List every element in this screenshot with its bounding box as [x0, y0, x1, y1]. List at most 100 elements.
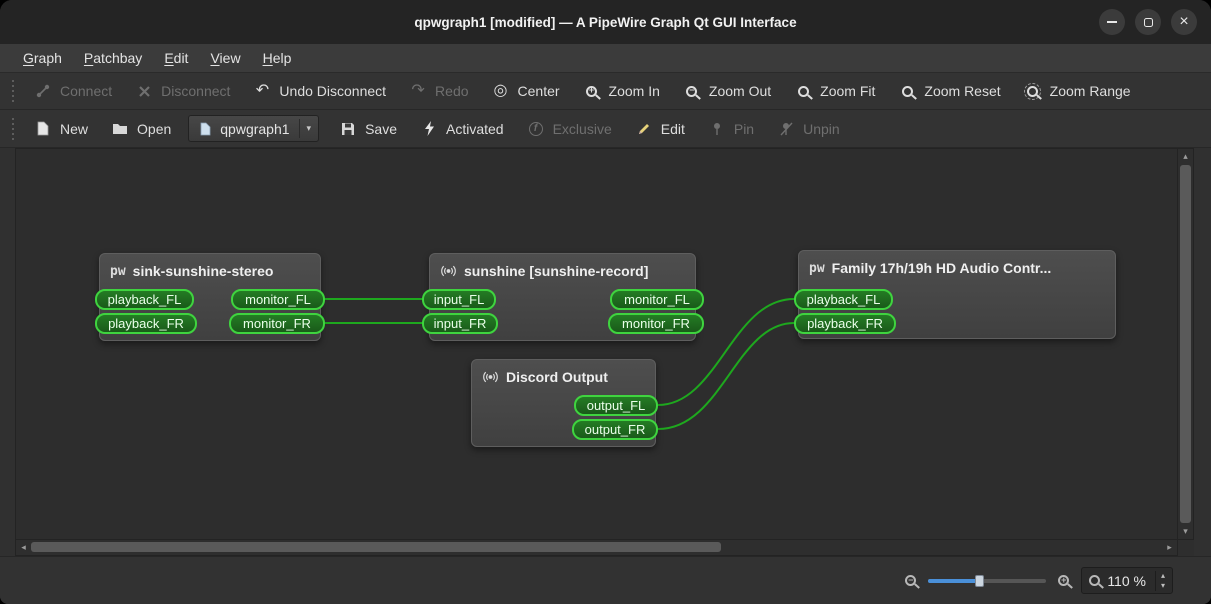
scroll-right-icon[interactable]: ▸ — [1162, 540, 1177, 555]
zoom-reset-button[interactable]: Zoom Reset — [888, 77, 1010, 105]
toolbar-drag-handle[interactable] — [11, 117, 15, 140]
pipewire-icon: pw — [110, 263, 126, 279]
save-floppy-icon — [339, 120, 357, 138]
pencil-icon — [635, 120, 653, 138]
redo-arrow-icon: ↷ — [411, 82, 425, 99]
port-sunshine-input-fl[interactable]: input_FL — [422, 289, 496, 310]
horizontal-scrollbar[interactable]: ◂ ▸ — [15, 540, 1178, 556]
vertical-scrollbar[interactable]: ▴ ▾ — [1178, 148, 1194, 540]
unpin-icon — [777, 120, 795, 138]
horizontal-scrollbar-thumb[interactable] — [31, 542, 721, 552]
graph-area: pw sink-sunshine-stereo sunshine [sunshi… — [0, 148, 1211, 556]
zoom-slider-handle[interactable] — [975, 574, 985, 587]
zoom-range-button[interactable]: Zoom Range — [1014, 77, 1141, 105]
chevron-down-icon: ▾ — [298, 119, 315, 138]
zoom-in-small-icon[interactable]: + — [1058, 575, 1070, 586]
port-sink-playback-fr-input[interactable]: playback_FR — [95, 313, 197, 334]
connection-wires — [324, 298, 795, 430]
patchbay-document-icon — [196, 120, 214, 138]
close-icon: × — [1179, 13, 1189, 30]
disconnect-button[interactable]: Disconnect — [125, 77, 240, 105]
menu-view[interactable]: View — [199, 44, 251, 72]
edit-button[interactable]: Edit — [625, 115, 695, 143]
statusbar: − + 110 % ▴ ▾ — [0, 556, 1211, 604]
center-button[interactable]: ◎ Center — [482, 77, 570, 105]
port-family-playback-fl-input[interactable]: playback_FL — [794, 289, 893, 310]
scroll-up-icon[interactable]: ▴ — [1178, 149, 1193, 164]
pin-button[interactable]: Pin — [698, 115, 764, 143]
window-title: qpwgraph1 [modified] — A PipeWire Graph … — [414, 14, 797, 30]
toolbar-drag-handle[interactable] — [11, 80, 15, 102]
close-button[interactable]: × — [1171, 9, 1197, 35]
menu-graph[interactable]: Graph — [12, 44, 73, 72]
new-document-icon — [34, 120, 52, 138]
open-folder-icon — [111, 120, 129, 138]
port-sunshine-input-fr[interactable]: input_FR — [422, 313, 498, 334]
port-family-playback-fr-input[interactable]: playback_FR — [794, 313, 896, 334]
port-sink-monitor-fl-output[interactable]: monitor_FL — [231, 289, 325, 310]
scrollbar-corner — [1178, 540, 1194, 556]
exclusive-button[interactable]: f Exclusive — [517, 115, 622, 143]
port-sink-monitor-fr-output[interactable]: monitor_FR — [229, 313, 325, 334]
redo-button[interactable]: ↷ Redo — [399, 77, 478, 105]
undo-arrow-icon: ↶ — [255, 82, 270, 99]
menu-patchbay[interactable]: Patchbay — [73, 44, 153, 72]
port-sunshine-monitor-fr-output[interactable]: monitor_FR — [608, 313, 704, 334]
zoom-out-small-icon[interactable]: − — [905, 575, 917, 586]
lightning-bolt-icon — [420, 120, 438, 138]
open-button[interactable]: Open — [101, 115, 181, 143]
patchbay-select-value: qpwgraph1 — [220, 120, 290, 137]
connect-plug-icon — [34, 82, 52, 100]
menu-help[interactable]: Help — [252, 44, 303, 72]
unpin-button[interactable]: Unpin — [767, 115, 850, 143]
zoom-in-button[interactable]: + Zoom In — [573, 77, 670, 105]
undo-disconnect-button[interactable]: ↶ Undo Disconnect — [243, 77, 396, 105]
main-toolbar: Connect Disconnect ↶ Undo Disconnect ↷ R… — [0, 73, 1211, 110]
minimize-button[interactable] — [1099, 9, 1125, 35]
patchbay-select[interactable]: qpwgraph1 ▾ — [188, 115, 320, 142]
port-sunshine-monitor-fl-output[interactable]: monitor_FL — [610, 289, 704, 310]
pin-icon — [708, 120, 726, 138]
activated-button[interactable]: Activated — [410, 115, 514, 143]
port-sink-playback-fl-input[interactable]: playback_FL — [95, 289, 194, 310]
pipewire-icon: pw — [809, 260, 825, 276]
menu-edit[interactable]: Edit — [153, 44, 199, 72]
zoom-slider[interactable] — [928, 573, 1047, 589]
spin-up-icon[interactable]: ▴ — [1156, 571, 1170, 581]
zoom-value[interactable]: 110 % — [1107, 573, 1146, 589]
maximize-button[interactable] — [1135, 9, 1161, 35]
maximize-icon — [1143, 17, 1153, 27]
magnifier-minus-icon: − — [683, 82, 701, 100]
minimize-icon — [1107, 21, 1117, 23]
scroll-left-icon[interactable]: ◂ — [16, 540, 31, 555]
new-button[interactable]: New — [24, 115, 98, 143]
node-title: sink-sunshine-stereo — [132, 263, 274, 279]
node-title: sunshine [sunshine-record] — [464, 263, 649, 279]
file-toolbar: New Open qpwgraph1 ▾ Save Activated f Ex… — [0, 110, 1211, 148]
magnifier-range-icon — [1024, 82, 1042, 100]
save-button[interactable]: Save — [329, 115, 407, 143]
zoom-fit-button[interactable]: Zoom Fit — [784, 77, 885, 105]
magnifier-fit-icon — [794, 82, 812, 100]
port-discord-output-fl[interactable]: output_FL — [574, 395, 658, 416]
zoom-spinbox[interactable]: 110 % ▴ ▾ — [1081, 567, 1173, 594]
magnifier-reset-icon — [898, 82, 916, 100]
disconnect-x-icon — [135, 82, 153, 100]
graph-canvas[interactable]: pw sink-sunshine-stereo sunshine [sunshi… — [15, 148, 1178, 540]
target-icon: ◎ — [493, 82, 508, 99]
app-window: qpwgraph1 [modified] — A PipeWire Graph … — [0, 0, 1211, 604]
titlebar[interactable]: qpwgraph1 [modified] — A PipeWire Graph … — [0, 0, 1211, 44]
spin-down-icon[interactable]: ▾ — [1156, 581, 1170, 591]
vertical-scrollbar-thumb[interactable] — [1180, 165, 1191, 523]
port-discord-output-fr[interactable]: output_FR — [572, 419, 658, 440]
window-controls: × — [1099, 0, 1197, 44]
node-title: Family 17h/19h HD Audio Contr... — [831, 260, 1052, 276]
zoom-out-button[interactable]: − Zoom Out — [673, 77, 781, 105]
magnifier-plus-icon: + — [583, 82, 601, 100]
magnifier-icon — [1089, 575, 1101, 586]
menubar: Graph Patchbay Edit View Help — [0, 44, 1211, 73]
audio-source-icon — [440, 263, 457, 279]
scroll-down-icon[interactable]: ▾ — [1178, 524, 1193, 539]
connect-button[interactable]: Connect — [24, 77, 122, 105]
audio-source-icon — [482, 369, 499, 385]
